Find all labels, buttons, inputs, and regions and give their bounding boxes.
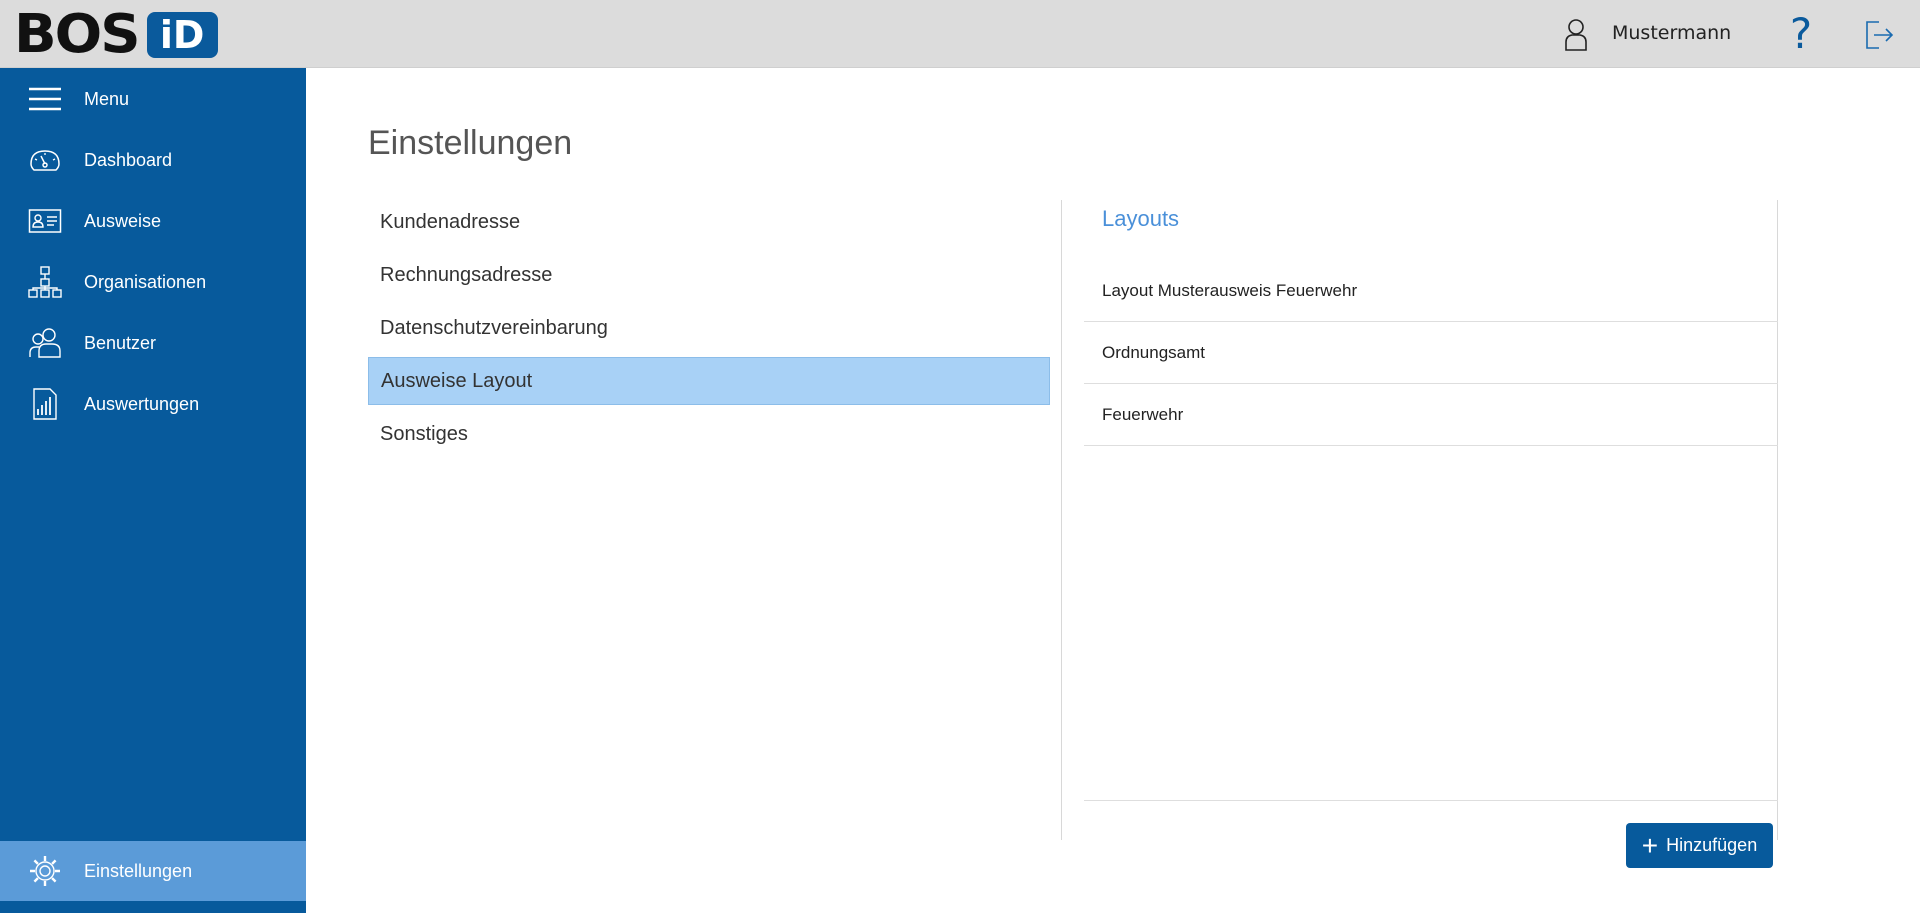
org-chart-icon [28,266,62,298]
help-icon[interactable]: ? [1786,12,1816,56]
layout-list: Layout Musterausweis Feuerwehr Ordnungsa… [1084,260,1778,446]
settings-item-kundenadresse[interactable]: Kundenadresse [368,198,1050,246]
settings-item-sonstiges[interactable]: Sonstiges [368,410,1050,458]
settings-item-ausweise-layout[interactable]: Ausweise Layout [368,357,1050,405]
sidebar-item-benutzer[interactable]: Benutzer [0,314,306,372]
logout-icon[interactable] [1862,18,1896,52]
sidebar-item-label: Einstellungen [84,860,193,881]
sidebar-item-label: Benutzer [84,332,157,353]
layouts-panel: Layouts Layout Musterausweis Feuerwehr O… [1084,200,1778,840]
list-item[interactable]: Ordnungsamt [1084,322,1778,384]
user-name[interactable]: Mustermann [1612,22,1731,44]
add-layout-button[interactable]: + Hinzufügen [1626,823,1773,868]
sidebar: Menu Dashboard Ausweise Organisationen B… [0,68,306,913]
logo-badge: iD [146,11,218,58]
gear-icon [30,856,60,886]
sidebar-item-auswertungen[interactable]: Auswertungen [0,375,306,433]
sidebar-item-menu[interactable]: Menu [0,70,306,128]
list-item[interactable]: Feuerwehr [1084,384,1778,446]
page-title: Einstellungen [368,124,573,162]
sidebar-item-dashboard[interactable]: Dashboard [0,131,306,189]
panel-footer-divider [1084,800,1778,801]
sidebar-item-einstellungen[interactable]: Einstellungen [0,841,306,901]
sidebar-item-label: Organisationen [84,271,207,292]
hamburger-icon [29,87,61,111]
settings-item-rechnungsadresse[interactable]: Rechnungsadresse [368,251,1050,299]
id-card-icon [28,209,62,233]
user-icon[interactable] [1562,18,1590,52]
plus-icon: + [1641,829,1659,861]
vertical-divider [1061,200,1062,840]
sidebar-item-label: Ausweise [84,210,162,231]
panel-title: Layouts [1102,206,1180,231]
bos-id-logo: BOS iD [14,3,218,66]
gauge-icon [30,150,60,171]
logo-text: BOS [14,3,141,66]
report-chart-icon [33,388,57,420]
sidebar-item-organisationen[interactable]: Organisationen [0,253,306,311]
settings-item-datenschutzvereinbarung[interactable]: Datenschutzvereinbarung [368,304,1050,352]
add-button-label: Hinzufügen [1666,835,1758,855]
users-icon [29,328,61,358]
sidebar-item-label: Menu [84,88,130,109]
sidebar-item-label: Dashboard [84,149,173,170]
sidebar-item-ausweise[interactable]: Ausweise [0,192,306,250]
list-item[interactable]: Layout Musterausweis Feuerwehr [1084,260,1778,322]
top-header: BOS iD Mustermann ? [0,0,1920,68]
settings-list: Kundenadresse Rechnungsadresse Datenschu… [368,198,1050,463]
sidebar-item-label: Auswertungen [84,393,200,414]
